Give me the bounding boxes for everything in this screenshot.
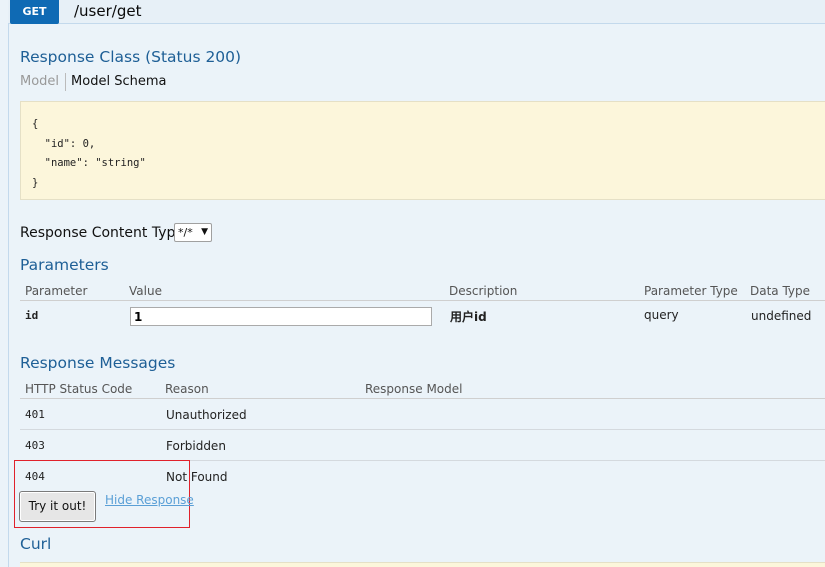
- model-tabs: Model Model Schema: [20, 73, 166, 91]
- table-row: 401 Unauthorized: [20, 399, 825, 430]
- col-description: Description: [449, 284, 518, 298]
- col-parameter-type: Parameter Type: [644, 284, 738, 298]
- content-type-select[interactable]: */* ▼: [174, 223, 212, 242]
- dropdown-arrow-icon: ▼: [201, 227, 208, 237]
- col-data-type: Data Type: [750, 284, 811, 298]
- col-response-model: Response Model: [365, 382, 463, 396]
- param-description: 用户id: [450, 310, 487, 324]
- status-reason: Forbidden: [166, 439, 226, 453]
- param-type: query: [644, 308, 679, 322]
- schema-line: {: [32, 118, 39, 130]
- param-name: id: [25, 309, 39, 322]
- hide-response-link[interactable]: Hide Response: [105, 493, 194, 507]
- col-http-status: HTTP Status Code: [25, 382, 133, 396]
- try-it-out-button[interactable]: Try it out!: [19, 491, 96, 522]
- table-row: 403 Forbidden: [20, 430, 825, 461]
- operation-header[interactable]: GET /user/get: [8, 0, 825, 24]
- content-type-selected: */*: [178, 226, 193, 239]
- schema-line: }: [32, 176, 39, 189]
- curl-title: Curl: [20, 535, 52, 553]
- col-value: Value: [129, 284, 162, 298]
- card-border: [8, 24, 9, 567]
- parameter-row: id 用户id query undefined: [20, 303, 825, 333]
- response-messages-header: HTTP Status Code Reason Response Model: [20, 377, 825, 399]
- curl-box: [20, 562, 825, 567]
- status-code: 401: [25, 408, 45, 421]
- status-code: 403: [25, 439, 45, 452]
- content-type-label: Response Content Type: [20, 225, 184, 241]
- tab-model-schema[interactable]: Model Schema: [66, 73, 166, 91]
- endpoint-path[interactable]: /user/get: [74, 1, 141, 21]
- parameters-table-header: Parameter Value Description Parameter Ty…: [20, 279, 825, 301]
- schema-line: "name": "string": [32, 157, 146, 169]
- model-schema-box: { "id": 0, "name": "string"}: [20, 101, 825, 200]
- col-parameter: Parameter: [25, 284, 88, 298]
- response-class-title: Response Class (Status 200): [20, 48, 242, 66]
- col-reason: Reason: [165, 382, 209, 396]
- http-method-badge[interactable]: GET: [10, 0, 59, 24]
- tab-model[interactable]: Model: [20, 73, 67, 91]
- parameters-title: Parameters: [20, 256, 109, 274]
- schema-line: "id": 0,: [32, 137, 96, 150]
- status-reason: Unauthorized: [166, 408, 247, 422]
- param-data-type: undefined: [751, 309, 812, 323]
- param-value-input[interactable]: [130, 307, 432, 326]
- response-messages-title: Response Messages: [20, 354, 176, 372]
